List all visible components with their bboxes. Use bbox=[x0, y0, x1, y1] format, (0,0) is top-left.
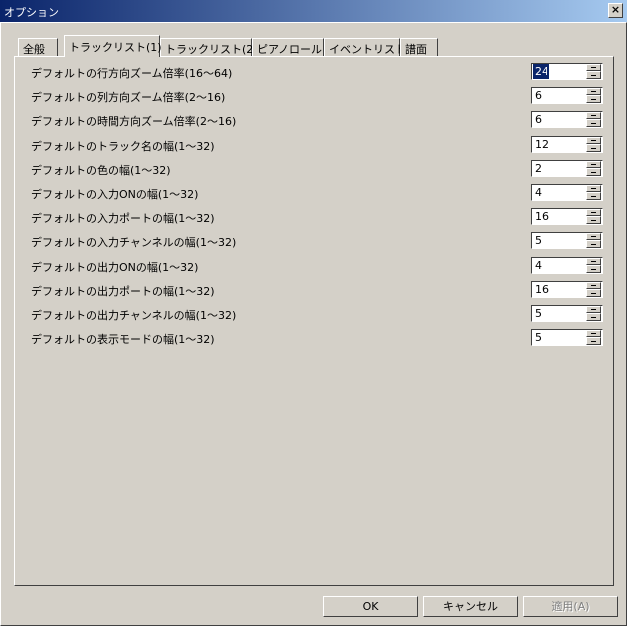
tab-score[interactable]: 譜面 bbox=[400, 38, 438, 56]
spin-up-button[interactable] bbox=[586, 137, 601, 144]
setting-label: デフォルトの行方向ズーム倍率(16～64) bbox=[31, 67, 233, 80]
setting-row: デフォルトの表示モードの幅(1～32) bbox=[31, 328, 611, 348]
spin-box bbox=[531, 160, 603, 177]
spin-box bbox=[531, 305, 603, 322]
spin-box bbox=[531, 63, 603, 80]
setting-label: デフォルトの出力ONの幅(1～32) bbox=[31, 261, 199, 274]
close-button[interactable]: × bbox=[608, 3, 623, 18]
value-input[interactable] bbox=[533, 306, 579, 321]
spin-buttons bbox=[586, 306, 601, 321]
spin-box bbox=[531, 208, 603, 225]
setting-row: デフォルトの行方向ズーム倍率(16～64) bbox=[31, 62, 611, 82]
value-input[interactable] bbox=[533, 88, 579, 103]
value-input[interactable] bbox=[533, 209, 579, 224]
spin-box bbox=[531, 257, 603, 274]
tab-event-list[interactable]: イベントリスト bbox=[324, 38, 406, 56]
window-title: オプション bbox=[4, 6, 59, 19]
spin-buttons bbox=[586, 112, 601, 127]
spin-buttons bbox=[586, 282, 601, 297]
setting-label: デフォルトの時間方向ズーム倍率(2～16) bbox=[31, 115, 237, 128]
spin-down-button[interactable] bbox=[586, 192, 601, 200]
spin-box bbox=[531, 281, 603, 298]
value-input[interactable] bbox=[533, 185, 579, 200]
spin-buttons bbox=[586, 161, 601, 176]
value-input[interactable] bbox=[533, 137, 579, 152]
spin-up-button[interactable] bbox=[586, 330, 601, 337]
setting-label: デフォルトの入力チャンネルの幅(1～32) bbox=[31, 236, 237, 249]
setting-row: デフォルトの色の幅(1～32) bbox=[31, 159, 611, 179]
value-input[interactable] bbox=[533, 258, 579, 273]
setting-label: デフォルトの入力ONの幅(1～32) bbox=[31, 188, 199, 201]
setting-label: デフォルトの列方向ズーム倍率(2～16) bbox=[31, 91, 226, 104]
tab-tracklist-1[interactable]: トラックリスト(1) bbox=[64, 35, 162, 57]
spin-up-button[interactable] bbox=[586, 64, 601, 71]
spin-buttons bbox=[586, 258, 601, 273]
tab-general[interactable]: 全般 bbox=[18, 38, 58, 56]
spin-down-button[interactable] bbox=[586, 71, 601, 79]
spin-box bbox=[531, 136, 603, 153]
spin-down-button[interactable] bbox=[586, 216, 601, 224]
spin-box bbox=[531, 329, 603, 346]
value-input[interactable] bbox=[533, 282, 579, 297]
spin-down-button[interactable] bbox=[586, 95, 601, 103]
value-input[interactable] bbox=[533, 233, 579, 248]
tab-tracklist-2[interactable]: トラックリスト(2) bbox=[160, 38, 258, 56]
value-input[interactable] bbox=[533, 161, 579, 176]
title-bar: オプション × bbox=[0, 0, 627, 22]
value-input[interactable] bbox=[533, 330, 579, 345]
spin-box bbox=[531, 232, 603, 249]
spin-up-button[interactable] bbox=[586, 161, 601, 168]
spin-up-button[interactable] bbox=[586, 282, 601, 289]
spin-box bbox=[531, 87, 603, 104]
setting-label: デフォルトの色の幅(1～32) bbox=[31, 164, 171, 177]
spin-up-button[interactable] bbox=[586, 209, 601, 216]
spin-buttons bbox=[586, 209, 601, 224]
spin-buttons bbox=[586, 185, 601, 200]
spin-up-button[interactable] bbox=[586, 112, 601, 119]
ok-button[interactable]: OK bbox=[323, 596, 418, 617]
setting-row: デフォルトの入力ポートの幅(1～32) bbox=[31, 207, 611, 227]
value-input[interactable] bbox=[533, 112, 579, 127]
spin-buttons bbox=[586, 137, 601, 152]
setting-label: デフォルトの入力ポートの幅(1～32) bbox=[31, 212, 215, 225]
spin-down-button[interactable] bbox=[586, 168, 601, 176]
spin-down-button[interactable] bbox=[586, 144, 601, 152]
spin-down-button[interactable] bbox=[586, 240, 601, 248]
spin-down-button[interactable] bbox=[586, 289, 601, 297]
spin-box bbox=[531, 111, 603, 128]
setting-row: デフォルトの入力チャンネルの幅(1～32) bbox=[31, 231, 611, 251]
spin-up-button[interactable] bbox=[586, 233, 601, 240]
spin-buttons bbox=[586, 88, 601, 103]
setting-row: デフォルトの時間方向ズーム倍率(2～16) bbox=[31, 110, 611, 130]
spin-up-button[interactable] bbox=[586, 185, 601, 192]
setting-label: デフォルトの表示モードの幅(1～32) bbox=[31, 333, 215, 346]
setting-label: デフォルトの出力ポートの幅(1～32) bbox=[31, 285, 215, 298]
spin-down-button[interactable] bbox=[586, 265, 601, 273]
setting-row: デフォルトの入力ONの幅(1～32) bbox=[31, 183, 611, 203]
spin-up-button[interactable] bbox=[586, 258, 601, 265]
setting-row: デフォルトの出力チャンネルの幅(1～32) bbox=[31, 304, 611, 324]
setting-row: デフォルトのトラック名の幅(1～32) bbox=[31, 135, 611, 155]
spin-box bbox=[531, 184, 603, 201]
spin-buttons bbox=[586, 233, 601, 248]
apply-button[interactable]: 適用(A) bbox=[523, 596, 618, 617]
cancel-button[interactable]: キャンセル bbox=[423, 596, 518, 617]
value-input[interactable] bbox=[533, 64, 549, 79]
spin-down-button[interactable] bbox=[586, 119, 601, 127]
setting-row: デフォルトの出力ONの幅(1～32) bbox=[31, 256, 611, 276]
spin-down-button[interactable] bbox=[586, 313, 601, 321]
setting-label: デフォルトの出力チャンネルの幅(1～32) bbox=[31, 309, 237, 322]
setting-label: デフォルトのトラック名の幅(1～32) bbox=[31, 140, 215, 153]
spin-up-button[interactable] bbox=[586, 306, 601, 313]
tab-piano-roll[interactable]: ピアノロール bbox=[252, 38, 324, 56]
setting-row: デフォルトの列方向ズーム倍率(2～16) bbox=[31, 86, 611, 106]
spin-up-button[interactable] bbox=[586, 88, 601, 95]
spin-down-button[interactable] bbox=[586, 337, 601, 345]
setting-row: デフォルトの出力ポートの幅(1～32) bbox=[31, 280, 611, 300]
spin-buttons bbox=[586, 64, 601, 79]
spin-buttons bbox=[586, 330, 601, 345]
